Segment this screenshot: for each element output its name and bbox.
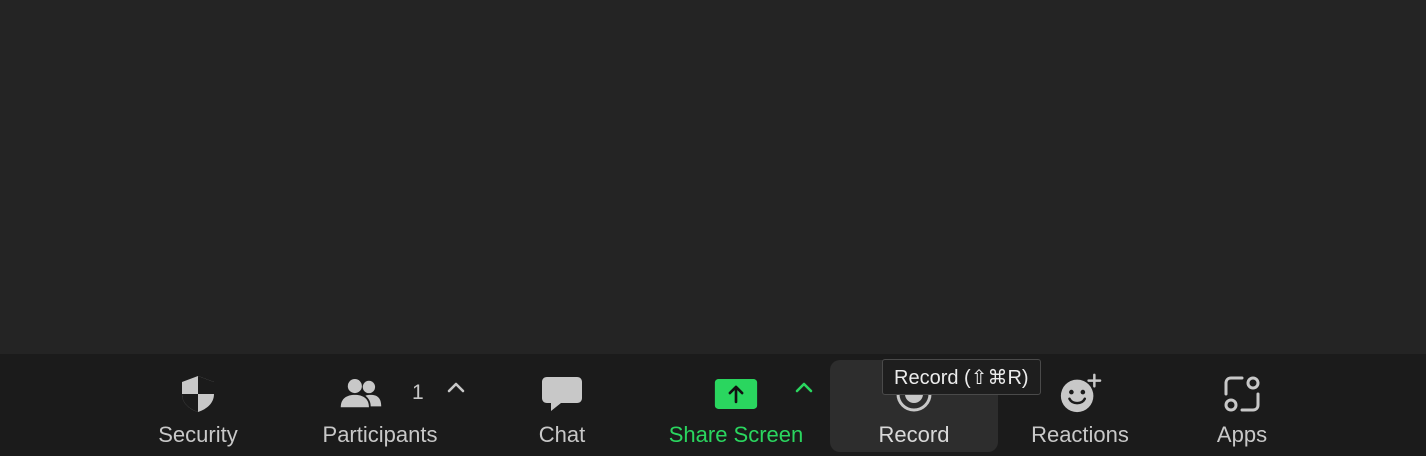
- meeting-video-area: [0, 0, 1426, 354]
- share-screen-button[interactable]: Share Screen: [656, 360, 816, 452]
- security-label: Security: [158, 422, 238, 447]
- apps-button[interactable]: Apps: [1196, 360, 1288, 452]
- chat-label: Chat: [538, 422, 586, 447]
- participants-options-caret[interactable]: [444, 376, 468, 400]
- record-tooltip: Record (⇧⌘R): [882, 359, 1041, 395]
- chevron-up-icon: [795, 382, 813, 393]
- apps-icon: [1220, 372, 1264, 416]
- record-label: Record: [878, 422, 950, 447]
- share-arrow-icon: [714, 372, 758, 416]
- apps-label: Apps: [1216, 422, 1268, 447]
- people-icon: [339, 372, 383, 416]
- security-button[interactable]: Security: [140, 360, 256, 452]
- share-screen-label: Share Screen: [668, 422, 804, 447]
- participant-count: 1: [412, 381, 424, 404]
- meeting-toolbar: Security 1 Participants Chat Share Scree…: [0, 354, 1426, 456]
- participants-label: Participants: [322, 422, 438, 447]
- speech-bubble-icon: [540, 372, 584, 416]
- reactions-label: Reactions: [1031, 422, 1129, 447]
- smiley-plus-icon: [1058, 372, 1102, 416]
- chevron-up-icon: [447, 382, 465, 393]
- participants-button[interactable]: 1 Participants: [306, 360, 454, 452]
- chat-button[interactable]: Chat: [516, 360, 608, 452]
- share-screen-options-caret[interactable]: [792, 376, 816, 400]
- shield-icon: [176, 372, 220, 416]
